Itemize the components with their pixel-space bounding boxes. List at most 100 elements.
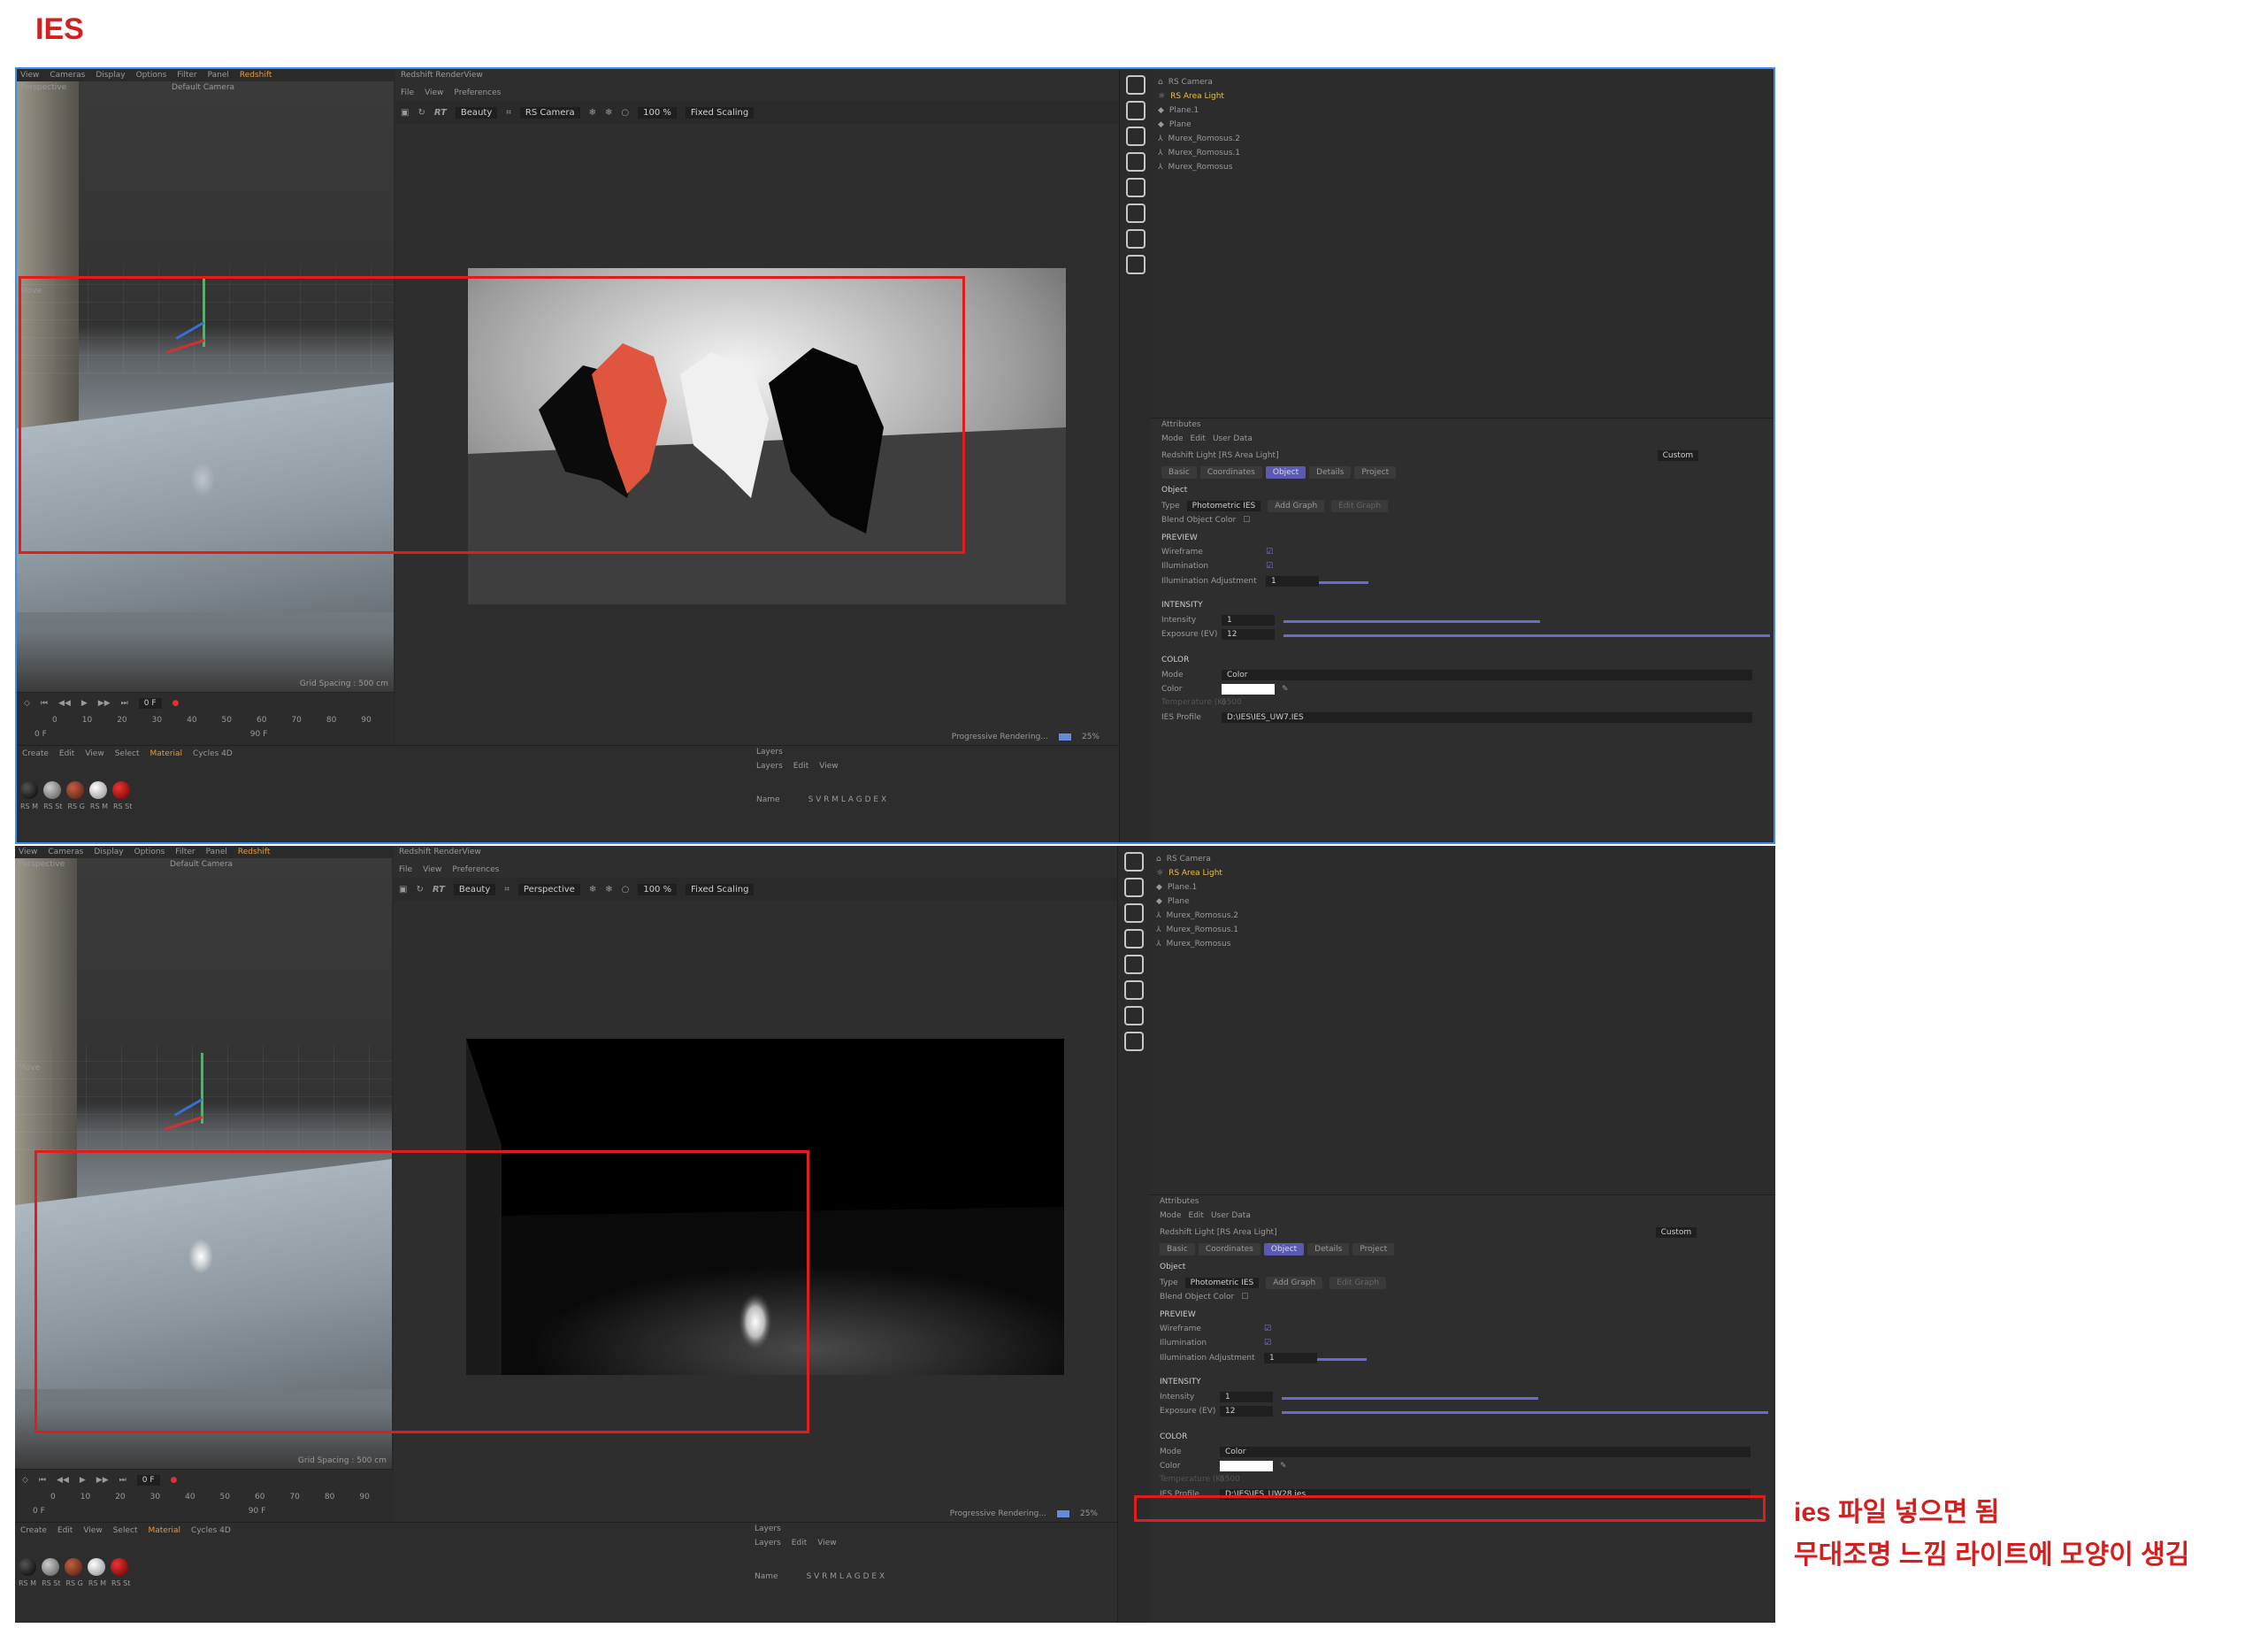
object-row[interactable]: ◆ Plane (1156, 897, 1190, 906)
deformer-icon[interactable] (1125, 178, 1145, 197)
snowflake-icon[interactable]: ❄ (589, 108, 596, 118)
rv-menu-file[interactable]: File (401, 88, 414, 97)
object-row[interactable]: ⅄ Murex_Romosus (1158, 163, 1232, 172)
crop-icon[interactable]: ⌗ (504, 885, 510, 895)
viewport-menu-view[interactable]: View (20, 71, 39, 80)
color-swatch[interactable] (1220, 1461, 1273, 1471)
viewport-menu-cameras[interactable]: Cameras (50, 71, 85, 80)
illumination-checkbox[interactable]: ☑ (1266, 562, 1273, 571)
object-row[interactable]: ⌂ RS Camera (1156, 855, 1211, 864)
blend-checkbox[interactable]: ☐ (1241, 1293, 1248, 1302)
frame-start[interactable]: 0 F (34, 730, 47, 739)
type-select[interactable]: Photometric IES (1186, 501, 1261, 511)
attr-menu-mode[interactable]: Mode (1161, 434, 1184, 443)
object-row-selected[interactable]: ☼ RS Area Light (1156, 869, 1222, 878)
frame-end[interactable]: 90 F (249, 1507, 266, 1516)
crop-icon[interactable]: ⌗ (506, 108, 511, 118)
rv-menu-view[interactable]: View (425, 88, 443, 97)
material-swatch-red[interactable] (111, 1558, 128, 1576)
object-row[interactable]: ◆ Plane.1 (1156, 883, 1197, 892)
blend-checkbox[interactable]: ☐ (1243, 516, 1250, 525)
viewport-menu-panel[interactable]: Panel (206, 848, 227, 856)
camera-label[interactable]: Default Camera (170, 860, 233, 869)
type-select[interactable]: Photometric IES (1184, 1278, 1260, 1288)
attr-menu-userdata[interactable]: User Data (1213, 434, 1253, 443)
mat-menu-cycles[interactable]: Cycles 4D (191, 1526, 231, 1535)
object-row[interactable]: ⅄ Murex_Romosus.2 (1158, 134, 1240, 143)
camera-label[interactable]: Default Camera (172, 83, 234, 92)
color-header[interactable]: COLOR (1161, 656, 1189, 664)
tab-object[interactable]: Object (1265, 466, 1306, 479)
intensity-slider[interactable] (1282, 1397, 1538, 1400)
prev-key-icon[interactable]: ◀◀ (57, 1476, 69, 1485)
record-icon[interactable]: ● (172, 699, 180, 708)
viewport-menu-options[interactable]: Options (134, 848, 165, 856)
snowflake-icon[interactable]: ❄ (589, 885, 596, 895)
generator-icon[interactable] (1123, 929, 1144, 948)
timeline[interactable]: ◇ ⏮ ◀◀ ▶ ▶▶ ⏭ 0 F ● 0 10 20 30 40 50 60 70 80 90 … (17, 692, 394, 745)
camera-select[interactable]: RS Camera (519, 106, 580, 119)
add-graph-button[interactable]: Add Graph (1268, 500, 1325, 512)
snowflake-icon[interactable]: ❄ (605, 885, 612, 895)
deformer-icon[interactable] (1123, 955, 1144, 974)
object-row[interactable]: ⅄ Murex_Romosus.2 (1156, 911, 1238, 920)
preview-header[interactable]: PREVIEW (1160, 1310, 1196, 1319)
rv-menu-preferences[interactable]: Preferences (452, 865, 499, 874)
color-header[interactable]: COLOR (1160, 1432, 1187, 1441)
mat-menu-view[interactable]: View (85, 749, 103, 758)
viewport-menu-redshift[interactable]: Redshift (238, 848, 271, 856)
tab-coordinates[interactable]: Coordinates (1199, 466, 1262, 479)
attr-menu-edit[interactable]: Edit (1189, 1211, 1204, 1220)
mat-menu-cycles[interactable]: Cycles 4D (193, 749, 233, 758)
mat-menu-edit[interactable]: Edit (57, 1526, 73, 1535)
intensity-field[interactable]: 1 (1220, 1392, 1273, 1402)
go-start-icon[interactable]: ⏮ (41, 699, 48, 708)
object-row[interactable]: ⅄ Murex_Romosus.1 (1156, 925, 1238, 934)
tab-details[interactable]: Details (1309, 466, 1352, 479)
tab-object[interactable]: Object (1263, 1243, 1305, 1256)
viewport-menu-filter[interactable]: Filter (177, 71, 196, 80)
scaling-select[interactable]: Fixed Scaling (686, 883, 755, 895)
rt-label[interactable]: RT (434, 108, 447, 118)
next-key-icon[interactable]: ▶▶ (96, 1476, 109, 1485)
material-swatch-grey[interactable] (43, 781, 61, 799)
illum-adj-field[interactable]: 1 (1266, 576, 1319, 587)
wireframe-checkbox[interactable]: ☑ (1266, 548, 1273, 557)
preset-select[interactable]: Custom (1655, 1227, 1697, 1238)
material-swatch-white[interactable] (89, 781, 107, 799)
illumination-checkbox[interactable]: ☑ (1264, 1339, 1271, 1348)
layers-menu-layers[interactable]: Layers (755, 1539, 781, 1547)
layers-menu-layers[interactable]: Layers (756, 762, 783, 771)
refresh-icon[interactable]: ↻ (416, 885, 423, 895)
exposure-field[interactable]: 12 (1222, 629, 1275, 640)
viewport-menu-view[interactable]: View (19, 848, 37, 856)
intensity-header[interactable]: INTENSITY (1160, 1378, 1201, 1386)
preset-select[interactable]: Custom (1657, 450, 1699, 461)
light-icon[interactable] (1123, 1032, 1144, 1051)
exposure-slider[interactable] (1282, 1411, 1768, 1414)
mat-menu-material[interactable]: Material (148, 1526, 180, 1535)
axis-gizmo[interactable] (146, 1053, 226, 1141)
material-swatch-brown[interactable] (65, 1558, 82, 1576)
mode-select[interactable]: Color (1222, 670, 1752, 680)
edit-graph-button[interactable]: Edit Graph (1331, 500, 1389, 512)
play-icon[interactable]: ▶ (80, 1476, 86, 1485)
tab-project[interactable]: Project (1352, 1243, 1395, 1256)
frame-start[interactable]: 0 F (33, 1507, 45, 1516)
record-icon[interactable]: ● (171, 1476, 178, 1485)
illum-adj-field[interactable]: 1 (1264, 1353, 1317, 1363)
object-row-selected[interactable]: ☼ RS Area Light (1158, 92, 1224, 101)
eyedropper-icon[interactable]: ✎ (1282, 685, 1289, 694)
text-icon[interactable] (1123, 903, 1144, 923)
viewport-menu-options[interactable]: Options (136, 71, 167, 80)
material-swatch-black[interactable] (20, 781, 38, 799)
layers-menu-view[interactable]: View (819, 762, 838, 771)
add-graph-button[interactable]: Add Graph (1266, 1277, 1323, 1289)
light-icon[interactable] (1125, 255, 1145, 274)
material-swatch-red[interactable] (112, 781, 130, 799)
camera-icon[interactable] (1125, 229, 1145, 249)
attr-menu-mode[interactable]: Mode (1160, 1211, 1182, 1220)
mat-menu-create[interactable]: Create (22, 749, 49, 758)
scaling-select[interactable]: Fixed Scaling (685, 106, 755, 119)
exposure-slider[interactable] (1283, 634, 1770, 637)
